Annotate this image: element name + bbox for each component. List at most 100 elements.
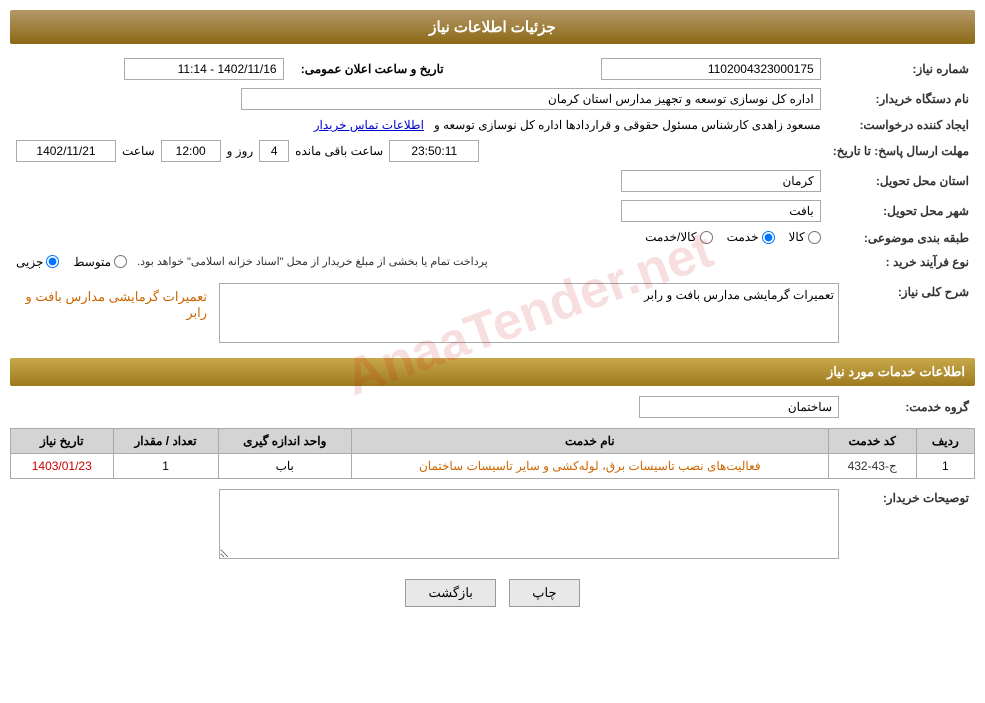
cell-unit: باب (218, 453, 351, 478)
deadline-date-field: 1402/11/21 (16, 140, 116, 162)
col-service-name: نام خدمت (351, 428, 828, 453)
footer-buttons: چاپ بازگشت (10, 579, 975, 607)
announce-date-value: 1402/11/16 - 11:14 (10, 54, 290, 84)
service-group-field: ساختمان (639, 396, 839, 418)
city-row: شهر محل تحویل: بافت (10, 196, 975, 226)
deadline-days-field: 4 (259, 140, 289, 162)
print-button[interactable]: چاپ (509, 579, 579, 607)
buyer-notes-textarea[interactable] (219, 489, 839, 559)
deadline-time-field: 12:00 (161, 140, 221, 162)
cell-row-num: 1 (916, 453, 974, 478)
buyer-notes-watermark-area (16, 489, 839, 559)
category-khedmat-option[interactable]: خدمت (727, 230, 775, 244)
service-group-label: گروه خدمت: (845, 392, 975, 422)
category-kala-khedmat-option[interactable]: کالا/خدمت (645, 230, 712, 244)
info-table: شماره نیاز: 1102004323000175 تاریخ و ساع… (10, 54, 975, 273)
services-table-body: 1 ج-43-432 فعالیت‌های نصب تاسیسات برق، ل… (11, 453, 975, 478)
description-text-value: تعمیرات گرمایشی مدارس بافت و رابر (10, 279, 213, 350)
purchase-jozii-radio[interactable] (46, 255, 59, 268)
table-row: 1 ج-43-432 فعالیت‌های نصب تاسیسات برق، ل… (11, 453, 975, 478)
purchase-radio-group: متوسط جزیی (16, 255, 127, 269)
cell-quantity: 1 (113, 453, 218, 478)
need-number-field: 1102004323000175 (601, 58, 821, 80)
description-label: شرح کلی نیاز: (845, 279, 975, 350)
city-field: بافت (621, 200, 821, 222)
contact-link[interactable]: اطلاعات تماس خریدار (314, 118, 424, 132)
category-kala-khedmat-radio[interactable] (700, 231, 713, 244)
city-value-cell: بافت (10, 196, 827, 226)
services-header-row: ردیف کد خدمت نام خدمت واحد اندازه گیری ت… (11, 428, 975, 453)
services-table-head: ردیف کد خدمت نام خدمت واحد اندازه گیری ت… (11, 428, 975, 453)
description-row: شرح کلی نیاز: AnaaTender.net تعمیرات گرم… (10, 279, 975, 350)
deadline-days-label: روز و (227, 144, 254, 158)
description-value-cell: AnaaTender.net (213, 279, 845, 350)
creator-row: ایجاد کننده درخواست: مسعود زاهدی کارشناس… (10, 114, 975, 136)
category-kala-option[interactable]: کالا (789, 230, 821, 244)
category-khedmat-radio[interactable] (762, 231, 775, 244)
category-kala-khedmat-label: کالا/خدمت (645, 230, 696, 244)
col-quantity: تعداد / مقدار (113, 428, 218, 453)
province-label: استان محل تحویل: (827, 166, 975, 196)
province-row: استان محل تحویل: کرمان (10, 166, 975, 196)
col-unit: واحد اندازه گیری (218, 428, 351, 453)
creator-value-cell: مسعود زاهدی کارشناس مسئول حقوقی و قراردا… (10, 114, 827, 136)
purchase-motavaset-option[interactable]: متوسط (73, 255, 127, 269)
purchase-type-value-cell: پرداخت تمام یا بخشی از مبلغ خریدار از مح… (10, 251, 827, 273)
announce-date-label: تاریخ و ساعت اعلان عمومی: (290, 54, 450, 84)
service-group-table: گروه خدمت: ساختمان (10, 392, 975, 422)
buyer-notes-row: توصیحات خریدار: (10, 485, 975, 563)
deadline-value-cell: 23:50:11 ساعت باقی مانده 4 روز و 12:00 س… (10, 136, 827, 166)
deadline-row: مهلت ارسال پاسخ: تا تاریخ: 23:50:11 ساعت… (10, 136, 975, 166)
cell-need-date: 1403/01/23 (11, 453, 114, 478)
purchase-jozii-label: جزیی (16, 255, 43, 269)
col-need-date: تاریخ نیاز (11, 428, 114, 453)
category-label: طبقه بندی موضوعی: (827, 226, 975, 251)
services-table: ردیف کد خدمت نام خدمت واحد اندازه گیری ت… (10, 428, 975, 479)
buyer-label: نام دستگاه خریدار: (827, 84, 975, 114)
page-header: جزئیات اطلاعات نیاز (10, 10, 975, 44)
need-number-row: شماره نیاز: 1102004323000175 تاریخ و ساع… (10, 54, 975, 84)
cell-service-code: ج-43-432 (828, 453, 916, 478)
buyer-field: اداره کل نوسازی توسعه و تجهیز مدارس استا… (241, 88, 821, 110)
purchase-note: پرداخت تمام یا بخشی از مبلغ خریدار از مح… (137, 255, 488, 268)
buyer-row: نام دستگاه خریدار: اداره کل نوسازی توسعه… (10, 84, 975, 114)
services-table-wrapper: ردیف کد خدمت نام خدمت واحد اندازه گیری ت… (10, 428, 975, 479)
category-khedmat-label: خدمت (727, 230, 759, 244)
province-value-cell: کرمان (10, 166, 827, 196)
purchase-motavaset-radio[interactable] (114, 255, 127, 268)
need-number-value: 1102004323000175 (450, 54, 827, 84)
purchase-motavaset-label: متوسط (73, 255, 111, 269)
province-field: کرمان (621, 170, 821, 192)
category-value-cell: کالا خدمت کالا/خدمت (10, 226, 827, 251)
announce-date-field: 1402/11/16 - 11:14 (124, 58, 284, 80)
page-title: جزئیات اطلاعات نیاز (429, 19, 556, 36)
category-radio-group: کالا خدمت کالا/خدمت (645, 230, 821, 244)
category-kala-label: کالا (789, 230, 805, 244)
cell-service-name: فعالیت‌های نصب تاسیسات برق، لوله‌کشی و س… (351, 453, 828, 478)
page-wrapper: جزئیات اطلاعات نیاز شماره نیاز: 11020043… (0, 0, 985, 703)
deadline-remaining-label: ساعت باقی مانده (295, 144, 383, 158)
category-kala-radio[interactable] (808, 231, 821, 244)
col-row-num: ردیف (916, 428, 974, 453)
service-group-row: گروه خدمت: ساختمان (10, 392, 975, 422)
back-button[interactable]: بازگشت (405, 579, 495, 607)
col-service-code: کد خدمت (828, 428, 916, 453)
city-label: شهر محل تحویل: (827, 196, 975, 226)
purchase-type-row: نوع فرآیند خرید : پرداخت تمام یا بخشی از… (10, 251, 975, 273)
purchase-type-label: نوع فرآیند خرید : (827, 251, 975, 273)
description-table: شرح کلی نیاز: AnaaTender.net تعمیرات گرم… (10, 279, 975, 350)
services-section-title: اطلاعات خدمات مورد نیاز (10, 358, 975, 386)
purchase-jozii-option[interactable]: جزیی (16, 255, 59, 269)
creator-label: ایجاد کننده درخواست: (827, 114, 975, 136)
buyer-value-cell: اداره کل نوسازی توسعه و تجهیز مدارس استا… (10, 84, 827, 114)
deadline-remaining-field: 23:50:11 (389, 140, 479, 162)
watermark-area: AnaaTender.net (219, 283, 839, 346)
creator-text: مسعود زاهدی کارشناس مسئول حقوقی و قراردا… (434, 118, 821, 132)
description-textarea[interactable] (219, 283, 839, 343)
need-number-label: شماره نیاز: (827, 54, 975, 84)
service-group-value-cell: ساختمان (10, 392, 845, 422)
deadline-time-label: ساعت (122, 144, 155, 158)
deadline-label: مهلت ارسال پاسخ: تا تاریخ: (827, 136, 975, 166)
buyer-notes-table: توصیحات خریدار: (10, 485, 975, 563)
buyer-notes-value-cell (10, 485, 845, 563)
